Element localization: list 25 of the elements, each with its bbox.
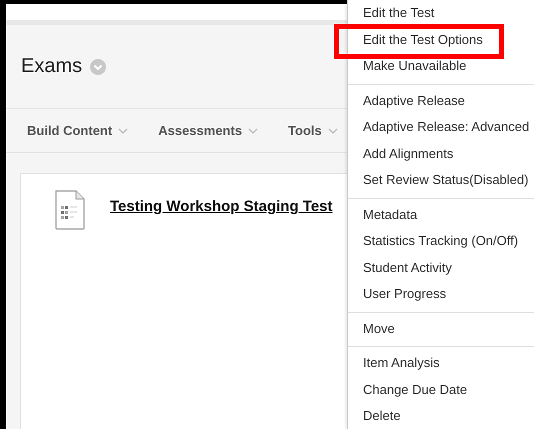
menu-item[interactable]: Adaptive Release: Advanced <box>348 114 534 140</box>
caret-icon <box>328 128 338 134</box>
menu-item[interactable]: Edit the Test <box>348 0 534 26</box>
menu-item[interactable]: Move <box>348 316 534 342</box>
toolbar-menu-button[interactable]: Assessments <box>158 123 258 138</box>
menu-item[interactable]: Edit the Test Options <box>348 26 534 53</box>
menu-item[interactable]: Add Alignments <box>348 140 534 167</box>
menu-item[interactable]: Student Activity <box>348 254 534 281</box>
toolbar-menu-button[interactable]: Build Content <box>27 123 128 138</box>
test-title-link[interactable]: Testing Workshop Staging Test <box>110 198 333 215</box>
menu-item[interactable]: Change Due Date <box>348 376 534 403</box>
caret-icon <box>248 128 258 134</box>
menu-item[interactable]: Item Analysis <box>348 350 534 376</box>
test-document-icon <box>55 190 85 230</box>
caret-icon <box>118 128 128 134</box>
menu-item[interactable]: Make Unavailable <box>348 53 534 80</box>
chevron-down-icon[interactable] <box>90 58 106 74</box>
menu-item[interactable]: Metadata <box>348 202 534 228</box>
menu-item[interactable]: Adaptive Release <box>348 88 534 114</box>
menu-item[interactable]: Statistics Tracking (On/Off) <box>348 228 534 254</box>
page-title: Exams <box>21 55 82 78</box>
menu-item[interactable]: User Progress <box>348 281 534 308</box>
menu-item[interactable]: Set Review Status(Disabled) <box>348 167 534 194</box>
menu-item[interactable]: Delete <box>348 403 534 429</box>
toolbar-menu-button[interactable]: Tools <box>288 123 338 138</box>
